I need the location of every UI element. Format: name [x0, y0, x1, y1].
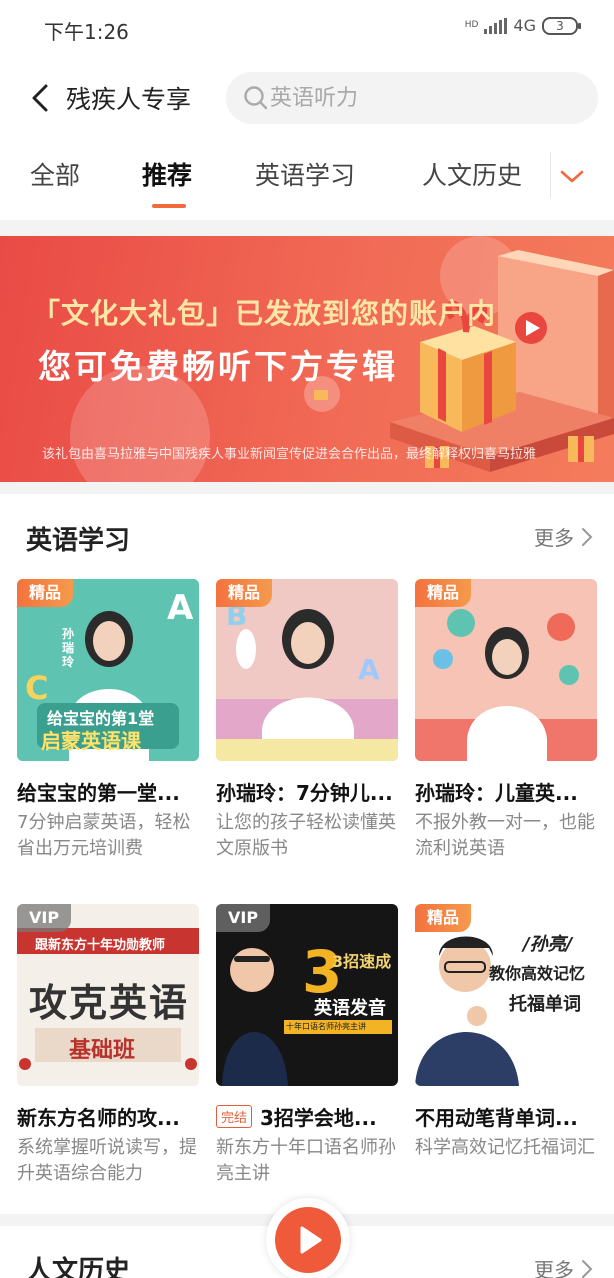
album-subtitle: 系统掌握听说读写，提升英语综合能力: [17, 1137, 197, 1184]
album-card[interactable]: B A 精品 孙瑞玲：7分钟儿... 让您的孩子轻松读懂英文原版书: [216, 579, 398, 862]
play-button[interactable]: [266, 1198, 350, 1278]
completed-tag: 完结: [216, 1105, 253, 1128]
gift-banner[interactable]: 「文化大礼包」已发放到您的账户内 您可免费畅听下方专辑 该礼包由喜马拉雅与中国残…: [0, 236, 614, 482]
section-title-history: 人文历史: [26, 1256, 131, 1278]
premium-badge: 精品: [415, 579, 472, 607]
more-label: 更多: [534, 526, 574, 550]
album-cover: B A 精品: [216, 579, 398, 761]
album-title: 孙瑞玲：儿童英...: [415, 781, 578, 805]
divider: [0, 482, 614, 494]
banner-headline: 「文化大礼包」已发放到您的账户内: [32, 297, 497, 330]
cover-text: 基础班: [69, 1037, 136, 1063]
tab-all[interactable]: 全部: [30, 156, 80, 192]
banner-subheadline: 您可免费畅听下方专辑: [38, 347, 398, 386]
vip-badge: VIP: [216, 904, 271, 932]
album-card[interactable]: /孙亮/ 教你高效记忆 托福单词 精品 不用动笔背单词... 科学高效记忆托福词…: [415, 904, 597, 1161]
premium-badge: 精品: [415, 904, 472, 932]
category-tabs: 全部 推荐 英语学习 人文历史: [0, 146, 614, 216]
svg-text:C: C: [25, 669, 48, 707]
album-subtitle: 不报外教一对一，也能流利说英语: [415, 812, 595, 859]
chevron-down-icon[interactable]: [550, 152, 596, 198]
status-bar: 下午1:26 HD 4G 3: [0, 0, 614, 56]
album-cover: 跟新东方十年功勋教师 攻克英语 基础班 VIP: [17, 904, 199, 1086]
search-box[interactable]: [226, 72, 598, 124]
album-title-text: 3招学会地...: [260, 1106, 377, 1130]
signal-icon: [484, 17, 508, 34]
more-link-english[interactable]: 更多: [534, 522, 594, 551]
album-subtitle: 7分钟启蒙英语，轻松省出万元培训费: [17, 812, 191, 859]
network-label: 4G: [513, 16, 536, 35]
tab-recommend[interactable]: 推荐: [142, 156, 192, 192]
premium-badge: 精品: [17, 579, 74, 607]
album-cover: /孙亮/ 教你高效记忆 托福单词 精品: [415, 904, 597, 1086]
cover-text: 3招速成: [332, 952, 392, 971]
cover-text: 十年口语名师孙亮主讲: [286, 1022, 366, 1031]
album-card[interactable]: 精品 孙瑞玲：儿童英... 不报外教一对一，也能流利说英语: [415, 579, 597, 862]
album-title: 孙瑞玲：7分钟儿...: [216, 781, 393, 805]
cover-text: 教你高效记忆: [489, 964, 586, 983]
status-time: 下午1:26: [44, 20, 129, 44]
album-title: 新东方名师的攻...: [17, 1106, 180, 1130]
svg-text:A: A: [358, 653, 380, 686]
search-icon: [242, 84, 270, 112]
album-subtitle: 让您的孩子轻松读懂英文原版书: [216, 812, 396, 859]
play-icon: [300, 1226, 322, 1254]
album-cover: 3 3招速成 英语发音 十年口语名师孙亮主讲 VIP: [216, 904, 398, 1086]
more-link-history[interactable]: 更多: [534, 1254, 594, 1278]
album-subtitle: 新东方十年口语名师孙亮主讲: [216, 1137, 396, 1184]
album-cover: 精品: [415, 579, 597, 761]
album-title: 不用动笔背单词...: [415, 1106, 578, 1130]
cover-text: 跟新东方十年功勋教师: [35, 938, 166, 953]
battery-icon: 3: [542, 16, 581, 35]
vip-badge: VIP: [17, 904, 72, 932]
album-title: 完结 3招学会地...: [216, 1102, 398, 1131]
cover-text: 托福单词: [509, 994, 581, 1015]
cover-text: 启蒙英语课: [41, 729, 141, 753]
album-cover: A C 孙瑞玲 给宝宝的第1堂 启蒙英语课 精品: [17, 579, 199, 761]
premium-badge: 精品: [216, 579, 273, 607]
more-label: 更多: [534, 1258, 574, 1278]
section-title-english: 英语学习: [26, 526, 131, 556]
chevron-right-icon: [582, 1259, 593, 1278]
play-button-circle: [275, 1207, 341, 1273]
back-arrow-icon[interactable]: [26, 80, 56, 116]
album-card[interactable]: 跟新东方十年功勋教师 攻克英语 基础班 VIP 新东方名师的攻... 系统掌握听…: [17, 904, 199, 1187]
tab-history[interactable]: 人文历史: [422, 156, 522, 192]
cover-text: /孙亮/: [523, 934, 573, 955]
cover-text: 孙瑞玲: [62, 627, 75, 669]
cover-text: 攻克英语: [29, 980, 190, 1025]
tab-english[interactable]: 英语学习: [255, 156, 355, 192]
status-icons: HD 4G 3: [464, 16, 581, 35]
top-bar: 残疾人专享: [0, 70, 614, 126]
search-input[interactable]: [270, 80, 570, 116]
tab-fade: [520, 146, 550, 206]
page-title: 残疾人专享: [66, 85, 192, 114]
chevron-right-icon: [582, 527, 593, 546]
svg-text:A: A: [167, 588, 194, 628]
banner-footnote: 该礼包由喜马拉雅与中国残疾人事业新闻宣传促进会合作出品，最终解释权归喜马拉雅: [42, 447, 537, 462]
album-title: 给宝宝的第一堂...: [17, 781, 180, 805]
album-card[interactable]: A C 孙瑞玲 给宝宝的第1堂 启蒙英语课 精品 给宝宝的第一堂... 7分钟启…: [17, 579, 199, 862]
album-subtitle: 科学高效记忆托福词汇: [415, 1137, 595, 1158]
album-card[interactable]: 3 3招速成 英语发音 十年口语名师孙亮主讲 VIP 完结 3招学会地... 新东…: [216, 904, 398, 1187]
hd-icon: HD: [464, 20, 479, 30]
divider: [0, 220, 614, 236]
cover-text: 英语发音: [314, 998, 386, 1019]
active-tab-indicator: [152, 204, 186, 208]
